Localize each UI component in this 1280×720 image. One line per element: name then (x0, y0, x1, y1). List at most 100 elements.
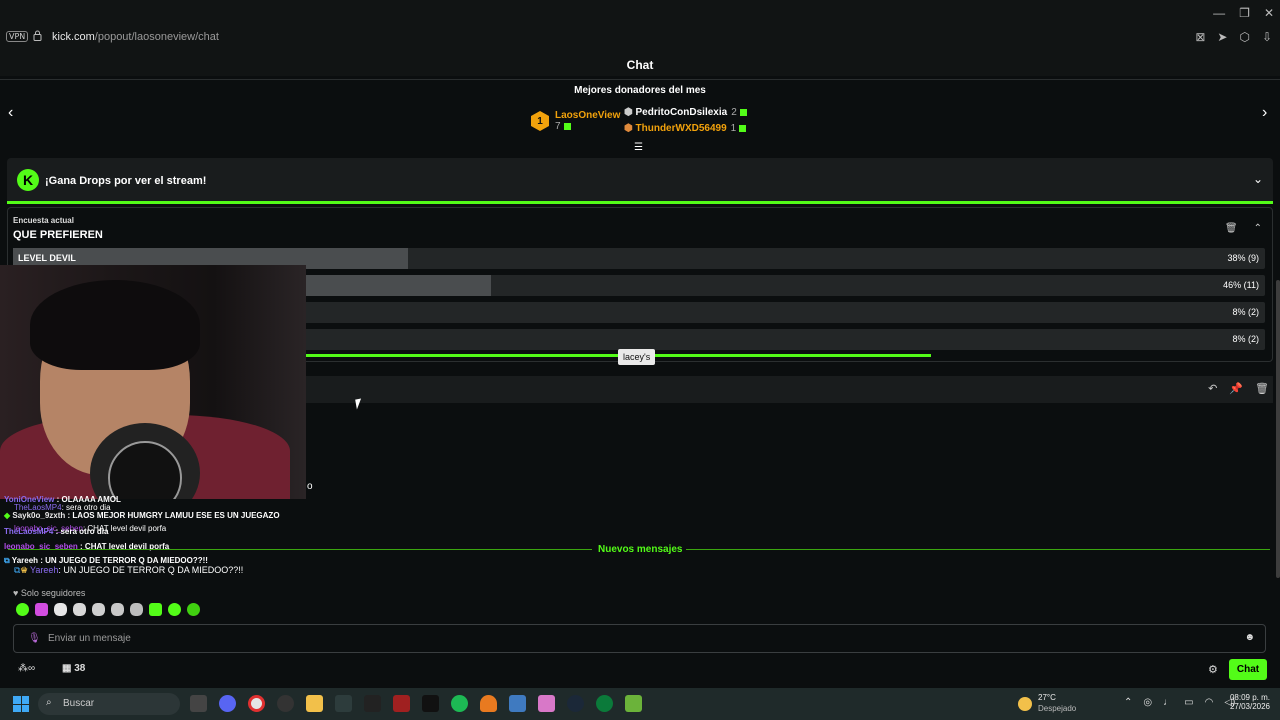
xbox-icon[interactable] (596, 695, 613, 712)
folder-icon[interactable] (306, 695, 323, 712)
close-button[interactable]: ✕ (1264, 6, 1274, 20)
donor-third[interactable]: ⬢ ThunderWXD56499 1 (624, 123, 747, 134)
silver-badge-icon: ⬢ (624, 107, 636, 118)
app-icon[interactable] (335, 695, 352, 712)
clock-date: 27/03/2026 (1229, 702, 1270, 711)
filter-icon[interactable]: ☰ (634, 142, 643, 153)
send-icon[interactable]: ➤ (1217, 30, 1227, 44)
steam-icon[interactable] (567, 695, 584, 712)
chat-username[interactable]: Sayk0o_9zxth (12, 511, 65, 520)
drops-text: ¡Gana Drops por ver el stream! (45, 175, 207, 187)
chat-send-button[interactable]: Chat (1229, 659, 1267, 680)
crown-icon: ♛ (20, 565, 30, 575)
scrollbar[interactable] (1276, 280, 1280, 578)
weather-condition: Despejado (1038, 704, 1077, 713)
discord-icon[interactable] (219, 695, 236, 712)
map-icon[interactable] (509, 695, 526, 712)
chat-text: LAOS MEJOR HUMGRY LAMUU ESE ES UN JUEGAZ… (72, 511, 280, 520)
microphone-icon[interactable]: 🎙 (28, 633, 41, 644)
search-icon: ⌕ (46, 697, 52, 708)
store-icon: ▦ (62, 663, 75, 674)
app-icon[interactable] (393, 695, 410, 712)
app-icon[interactable] (364, 695, 381, 712)
vpn-badge[interactable]: VPN (6, 31, 29, 42)
points-balance[interactable]: ▦ 38 (62, 663, 85, 674)
emote-icon[interactable] (54, 603, 67, 616)
block-icon[interactable]: ⊠ (1195, 30, 1205, 44)
chevron-up-icon[interactable]: ⌃ (1254, 223, 1262, 234)
taskbar-search[interactable]: ⌕ Buscar (38, 693, 180, 715)
chevron-left-icon[interactable]: ‹ (8, 104, 13, 122)
emote-icon[interactable] (149, 603, 162, 616)
chat-message[interactable]: ⧉♛ Yareeh: UN JUEGO DE TERROR Q DA MIEDO… (14, 565, 243, 576)
emote-icon[interactable] (16, 603, 29, 616)
tooltip: lacey's (618, 349, 656, 365)
points-icon[interactable]: ⁂∞ (18, 663, 35, 674)
network-icon[interactable]: ◎ (1143, 697, 1152, 708)
emote-icon[interactable] (130, 603, 143, 616)
microphone-icon[interactable]: ♩ (1163, 697, 1173, 708)
emote-icon[interactable] (168, 603, 181, 616)
minecraft-icon[interactable] (625, 695, 642, 712)
undo-icon[interactable]: ↶ (1208, 382, 1217, 395)
windows-start-icon[interactable] (13, 696, 29, 712)
donor-first[interactable]: 1 LaosOneView 7 (531, 110, 620, 132)
taskbar-apps (190, 695, 642, 712)
opera-icon[interactable] (248, 695, 265, 712)
emote-icon[interactable] (35, 603, 48, 616)
donor-second[interactable]: ⬢ PedritoConDsilexia 2 (624, 107, 747, 118)
browser-extensions: ⊠ ➤ ⬡ ⇩ (1195, 30, 1272, 44)
gear-icon[interactable]: ⚙ (1208, 663, 1218, 676)
chevron-right-icon[interactable]: › (1262, 104, 1267, 122)
download-icon[interactable]: ⇩ (1262, 30, 1272, 44)
display-icon[interactable]: ▭ (1184, 697, 1193, 708)
chat-input-placeholder: Enviar un mensaje (48, 633, 131, 644)
chevron-down-icon[interactable]: ⌄ (1253, 172, 1263, 186)
emote-icon[interactable] (111, 603, 124, 616)
poll-tools: 🗑 ⌃ (1225, 223, 1262, 234)
app-icon[interactable] (277, 695, 294, 712)
cloud-icon[interactable] (480, 695, 497, 712)
chat-username[interactable]: TheLaosMP4 (4, 527, 53, 536)
emote-icon[interactable] (92, 603, 105, 616)
donor-count: 1 (730, 123, 737, 134)
spotify-icon[interactable] (451, 695, 468, 712)
url-path: /popout/laosoneview/chat (94, 31, 219, 43)
app-icon[interactable] (538, 695, 555, 712)
chat-username[interactable]: Yareeh (30, 565, 58, 575)
taskbar: ⌕ Buscar 27°C Despejado ⌃ ◎ ♩ ▭ ◠ ◁) 08:… (0, 688, 1280, 720)
drops-banner[interactable]: K ¡Gana Drops por ver el stream! ⌄ (7, 158, 1273, 204)
chevron-up-icon[interactable]: ⌃ (1124, 697, 1132, 708)
rank-badge: 1 (531, 111, 549, 131)
trash-icon[interactable]: 🗑 (1225, 223, 1238, 234)
emote-icon[interactable] (187, 603, 200, 616)
task-view-icon[interactable] (190, 695, 207, 712)
minimize-button[interactable]: — (1213, 6, 1225, 20)
wifi-icon[interactable]: ◠ (1205, 697, 1214, 708)
chat-input[interactable]: 🎙 Enviar un mensaje ☻ (13, 624, 1266, 653)
poll-option-percent: 8% (2) (1232, 334, 1259, 344)
chat-username[interactable]: Yareeh (12, 556, 38, 565)
chat-mode: ♥ Solo seguidores (13, 588, 85, 598)
restore-button[interactable]: ❐ (1239, 6, 1250, 20)
chat-title: Chat (626, 58, 654, 72)
pin-icon[interactable]: 📌 (1229, 382, 1243, 395)
poll-question: QUE PREFIEREN (13, 229, 103, 241)
pinned-tools: ↶ 📌 🗑 (1208, 382, 1269, 395)
gift-icon (563, 122, 571, 130)
bronze-badge-icon: ⬢ (624, 123, 636, 134)
emote-icon[interactable] (73, 603, 86, 616)
chat-message[interactable]: ◆ Sayk0o_9zxth : LAOS MEJOR HUMGRY LAMUU… (4, 511, 280, 520)
extensions-icon[interactable]: ⬡ (1239, 30, 1249, 44)
url-host: kick.com (52, 31, 95, 43)
address-bar[interactable]: kick.com/popout/laosoneview/chat (52, 31, 219, 43)
chat-message[interactable]: TheLaosMP4 : sera otro dia (4, 527, 108, 536)
clock[interactable]: 08:09 p. m. 27/03/2026 (1222, 693, 1270, 711)
capcut-icon[interactable] (422, 695, 439, 712)
emoji-icon[interactable]: ☻ (1244, 632, 1255, 643)
system-tray: ⌃ ◎ ♩ ▭ ◠ ◁) (1124, 697, 1235, 708)
donor-name: PedritoConDsilexia (635, 107, 728, 118)
chat-text: UN JUEGO DE TERROR Q DA MIEDOO??!! (63, 565, 244, 575)
trash-icon[interactable]: 🗑 (1255, 382, 1269, 395)
new-messages-divider[interactable]: Nuevos mensajes (0, 544, 1280, 556)
